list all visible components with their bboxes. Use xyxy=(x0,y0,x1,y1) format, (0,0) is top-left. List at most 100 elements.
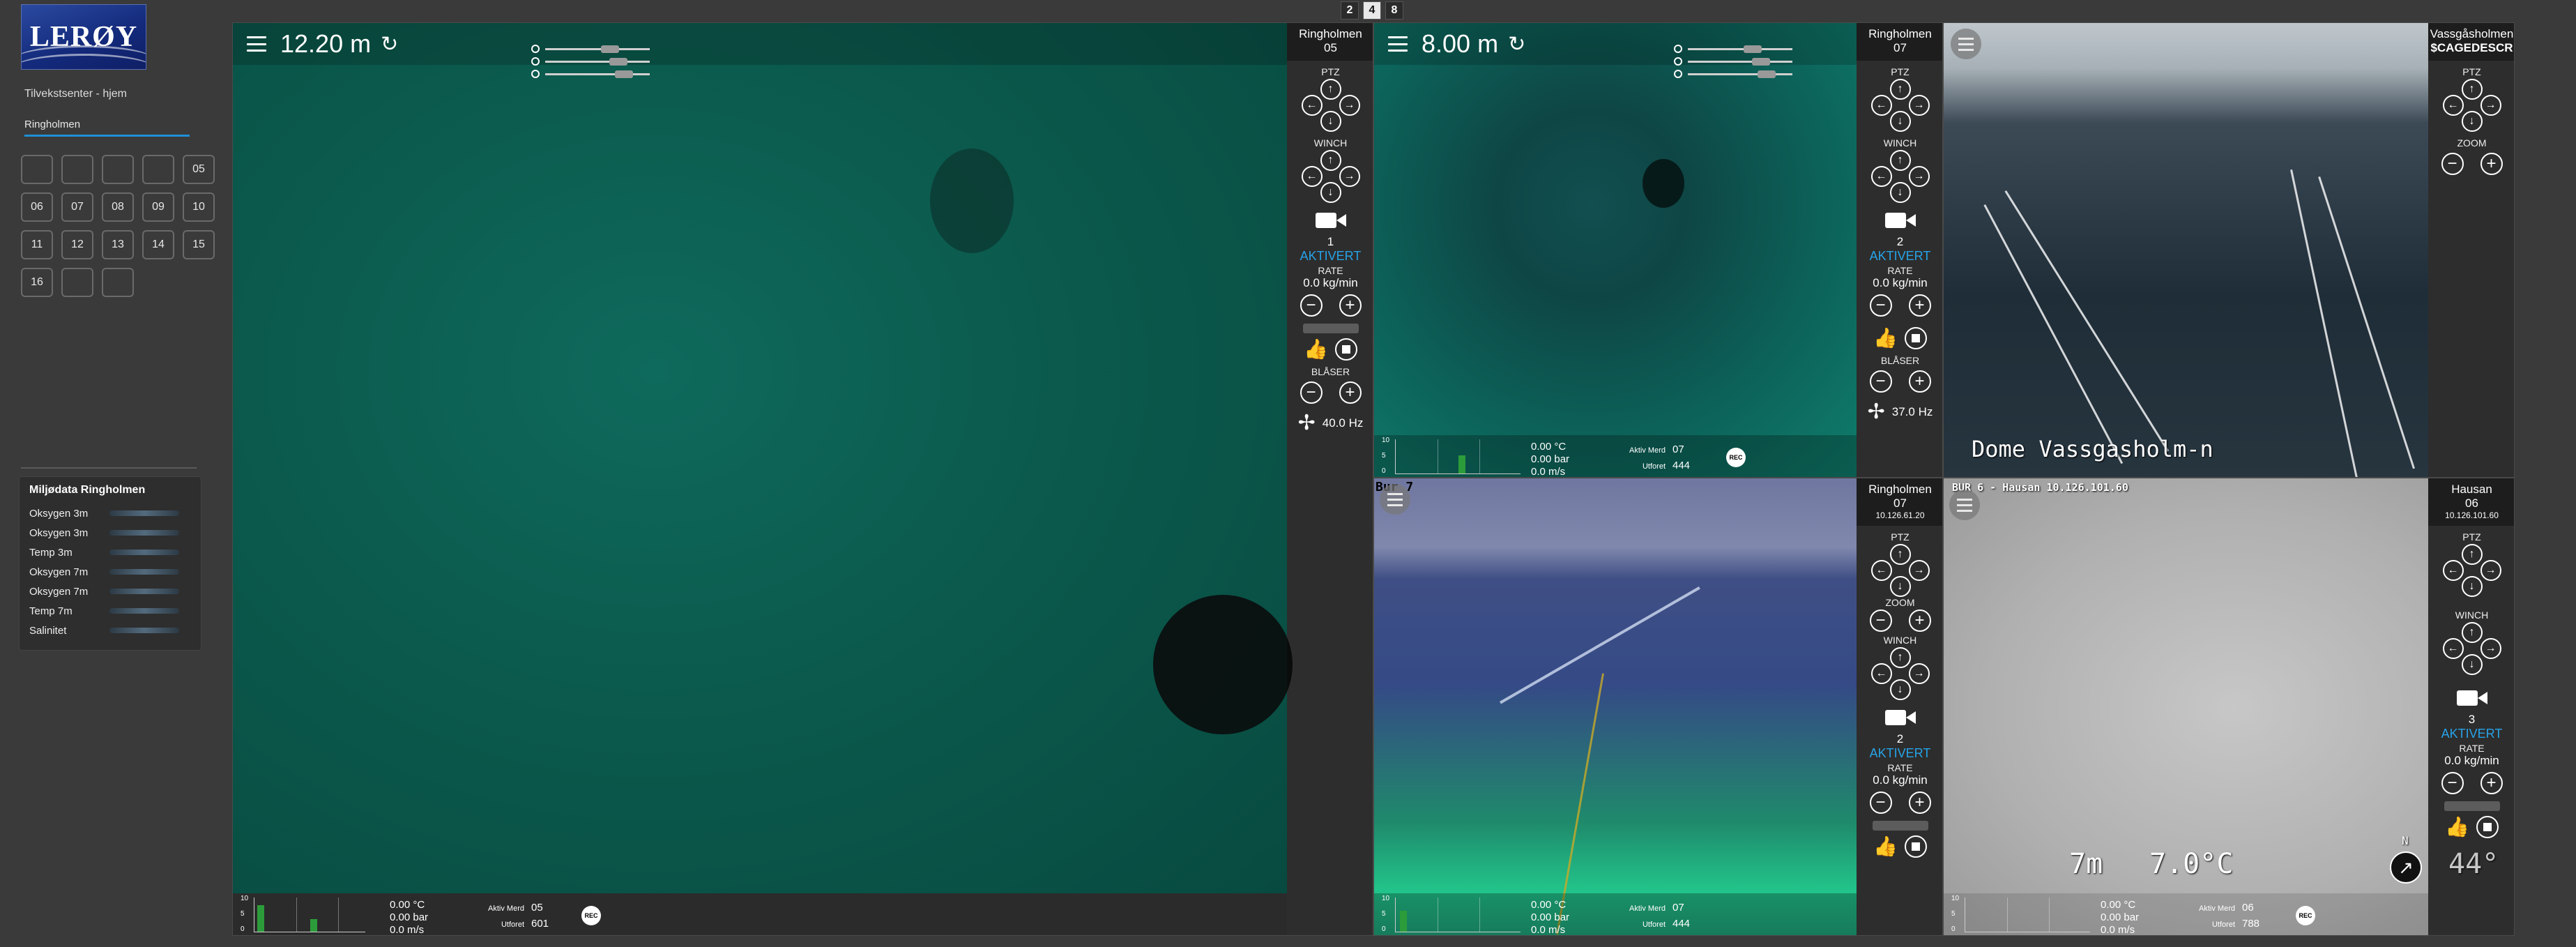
record-button[interactable]: REC xyxy=(1726,448,1746,467)
arrow-down-icon[interactable]: ↓ xyxy=(1889,182,1911,203)
camera-switch-icon[interactable] xyxy=(1315,210,1346,229)
cage-button-12[interactable]: 12 xyxy=(61,230,93,259)
arrow-left-icon[interactable]: ← xyxy=(2442,560,2464,581)
arrow-right-icon[interactable]: → xyxy=(1908,663,1930,684)
cage-button-09[interactable]: 09 xyxy=(142,192,174,222)
thumbs-up-icon[interactable]: 👍 xyxy=(1873,835,1898,858)
camera-switch-icon[interactable] xyxy=(1884,707,1916,727)
arrow-up-icon[interactable]: ↑ xyxy=(1320,150,1341,171)
contrast-slider[interactable] xyxy=(545,57,650,66)
plus-icon[interactable]: + xyxy=(1339,294,1362,317)
saturation-slider[interactable] xyxy=(545,70,650,78)
stop-icon[interactable] xyxy=(1334,338,1357,361)
cage-button[interactable] xyxy=(142,155,174,184)
plus-icon[interactable]: + xyxy=(1908,370,1931,393)
arrow-right-icon[interactable]: → xyxy=(2480,95,2501,116)
arrow-up-icon[interactable]: ↑ xyxy=(2461,79,2483,100)
cage-button-11[interactable]: 11 xyxy=(21,230,53,259)
cage-button-14[interactable]: 14 xyxy=(142,230,174,259)
hamburger-icon[interactable] xyxy=(1380,484,1410,515)
arrow-right-icon[interactable]: → xyxy=(2480,560,2501,581)
stop-icon[interactable] xyxy=(1904,835,1927,858)
brightness-slider[interactable] xyxy=(1688,45,1792,53)
arrow-left-icon[interactable]: ← xyxy=(1870,95,1892,116)
arrow-up-icon[interactable]: ↑ xyxy=(1889,79,1911,100)
arrow-down-icon[interactable]: ↓ xyxy=(1889,576,1911,597)
arrow-down-icon[interactable]: ↓ xyxy=(1320,182,1341,203)
thumbs-up-icon[interactable]: 👍 xyxy=(2445,815,2469,838)
layout-4-button[interactable]: 4 xyxy=(1363,1,1381,20)
camera-switch-icon[interactable] xyxy=(2456,688,2487,707)
minus-icon[interactable]: − xyxy=(1869,294,1892,317)
arrow-up-icon[interactable]: ↑ xyxy=(1889,647,1911,668)
arrow-right-icon[interactable]: → xyxy=(1908,560,1930,581)
camera-feed[interactable] xyxy=(1374,23,1857,477)
cage-button[interactable] xyxy=(102,268,134,297)
stop-icon[interactable] xyxy=(1904,326,1927,349)
cage-button-10[interactable]: 10 xyxy=(183,192,215,222)
arrow-down-icon[interactable]: ↓ xyxy=(1889,679,1911,700)
saturation-slider[interactable] xyxy=(1688,70,1792,78)
arrow-up-icon[interactable]: ↑ xyxy=(1889,544,1911,565)
cage-button[interactable] xyxy=(102,155,134,184)
cage-button[interactable] xyxy=(21,155,53,184)
tab-ringholmen[interactable]: Ringholmen xyxy=(24,119,190,137)
zoom-out-icon[interactable]: − xyxy=(1869,609,1892,632)
cage-button-07[interactable]: 07 xyxy=(61,192,93,222)
arrow-left-icon[interactable]: ← xyxy=(1870,560,1892,581)
refresh-icon[interactable]: ↻ xyxy=(1508,32,1525,56)
arrow-up-icon[interactable]: ↑ xyxy=(2461,622,2483,643)
arrow-right-icon[interactable]: → xyxy=(1339,95,1360,116)
arrow-left-icon[interactable]: ← xyxy=(1870,166,1892,187)
camera-feed[interactable] xyxy=(233,23,1293,893)
hamburger-icon[interactable] xyxy=(1388,36,1408,52)
arrow-left-icon[interactable]: ← xyxy=(2442,95,2464,116)
zoom-out-icon[interactable]: − xyxy=(2441,153,2464,175)
zoom-in-icon[interactable]: + xyxy=(1908,609,1931,632)
arrow-up-icon[interactable]: ↑ xyxy=(1889,150,1911,171)
arrow-right-icon[interactable]: → xyxy=(1339,166,1360,187)
arrow-left-icon[interactable]: ← xyxy=(1301,95,1323,116)
cage-button[interactable] xyxy=(61,268,93,297)
arrow-up-icon[interactable]: ↑ xyxy=(1320,79,1341,100)
cage-button-06[interactable]: 06 xyxy=(21,192,53,222)
cage-button-05[interactable]: 05 xyxy=(183,155,215,184)
record-button[interactable]: REC xyxy=(2296,906,2315,925)
arrow-left-icon[interactable]: ← xyxy=(1301,166,1323,187)
hamburger-icon[interactable] xyxy=(1951,29,1981,59)
arrow-down-icon[interactable]: ↓ xyxy=(2461,654,2483,675)
minus-icon[interactable]: − xyxy=(1869,791,1892,814)
plus-icon[interactable]: + xyxy=(2480,772,2503,794)
camera-feed[interactable] xyxy=(1944,23,2428,477)
refresh-icon[interactable]: ↻ xyxy=(381,32,398,56)
zoom-in-icon[interactable]: + xyxy=(2480,153,2503,175)
hamburger-icon[interactable] xyxy=(247,36,266,52)
camera-switch-icon[interactable] xyxy=(1884,210,1916,229)
plus-icon[interactable]: + xyxy=(1908,294,1931,317)
record-button[interactable]: REC xyxy=(581,906,601,925)
camera-feed[interactable] xyxy=(1374,478,1857,935)
cage-button-13[interactable]: 13 xyxy=(102,230,134,259)
site-home-link[interactable]: Tilvekstsenter - hjem xyxy=(24,88,127,100)
brightness-slider[interactable] xyxy=(545,45,650,53)
plus-icon[interactable]: + xyxy=(1339,381,1362,404)
arrow-down-icon[interactable]: ↓ xyxy=(2461,111,2483,132)
arrow-right-icon[interactable]: → xyxy=(1908,95,1930,116)
minus-icon[interactable]: − xyxy=(2441,772,2464,794)
arrow-up-icon[interactable]: ↑ xyxy=(2461,544,2483,565)
arrow-left-icon[interactable]: ← xyxy=(2442,638,2464,659)
minus-icon[interactable]: − xyxy=(1300,381,1323,404)
arrow-down-icon[interactable]: ↓ xyxy=(1889,111,1911,132)
plus-icon[interactable]: + xyxy=(1908,791,1931,814)
arrow-left-icon[interactable]: ← xyxy=(1870,663,1892,684)
arrow-down-icon[interactable]: ↓ xyxy=(1320,111,1341,132)
minus-icon[interactable]: − xyxy=(1869,370,1892,393)
arrow-right-icon[interactable]: → xyxy=(1908,166,1930,187)
arrow-right-icon[interactable]: → xyxy=(2480,638,2501,659)
thumbs-up-icon[interactable]: 👍 xyxy=(1304,338,1328,361)
cage-button[interactable] xyxy=(61,155,93,184)
cage-button-15[interactable]: 15 xyxy=(183,230,215,259)
stop-icon[interactable] xyxy=(2476,815,2499,838)
hamburger-icon[interactable] xyxy=(1949,490,1980,520)
thumbs-up-icon[interactable]: 👍 xyxy=(1873,326,1898,349)
